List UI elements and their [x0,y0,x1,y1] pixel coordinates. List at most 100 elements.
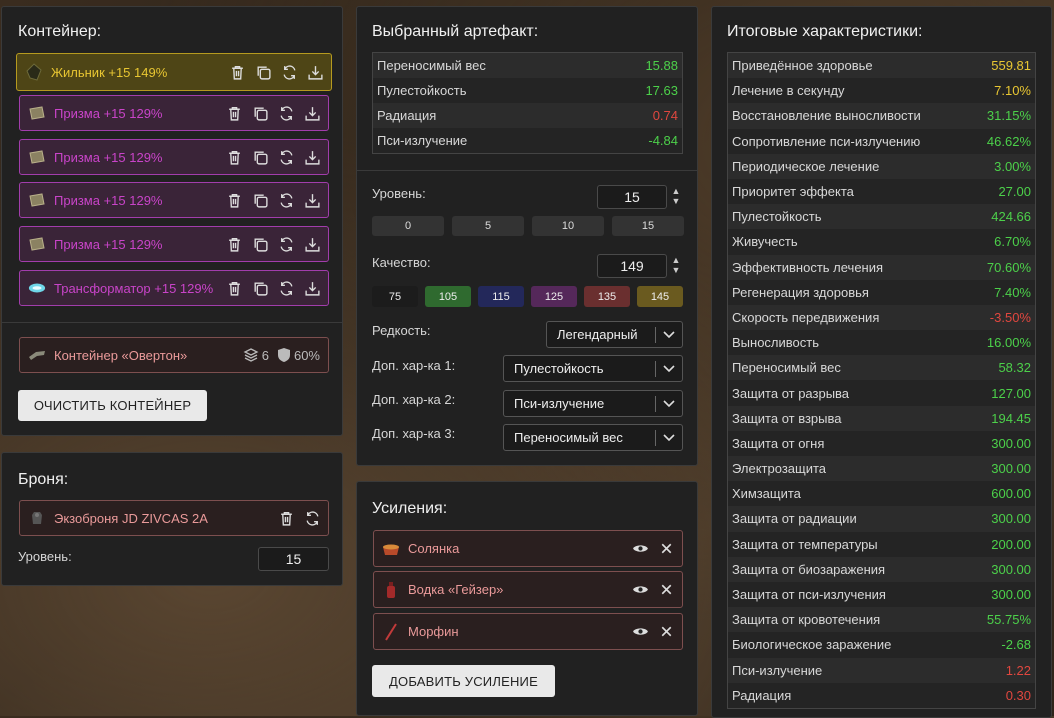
total-row: Защита от огня 300.00 [728,430,1035,456]
total-row: Электрозащита 300.00 [728,456,1035,482]
artifact-name: Призма +15 129% [54,236,163,252]
extra1-select[interactable]: Пулестойкость [503,355,683,382]
armor-item-name: Экзоброня JD ZIVCAS 2A [54,510,208,526]
quality-preset-button[interactable]: 145 [637,286,683,307]
extra3-select[interactable]: Переносимый вес [503,424,683,451]
total-row: Пулестойкость 424.66 [728,204,1035,230]
total-name: Пси-излучение [732,662,823,678]
copy-icon[interactable] [250,278,270,298]
total-value: 3.00% [994,158,1031,174]
stat-name: Пси-излучение [377,133,468,148]
extra2-select[interactable]: Пси-излучение [503,390,683,417]
level-preset-button[interactable]: 10 [532,216,604,236]
clear-container-button[interactable]: ОЧИСТИТЬ КОНТЕЙНЕР [18,390,207,421]
total-row: Химзащита 600.00 [728,481,1035,507]
trash-icon[interactable] [224,190,244,210]
artifact-row[interactable]: Призма +15 129% [19,226,329,262]
download-icon[interactable] [302,234,322,254]
level-preset-button[interactable]: 5 [452,216,524,236]
quality-preset-button[interactable]: 75 [372,286,418,307]
artifact-row[interactable]: Жильник +15 149% [16,53,332,91]
artifact-row[interactable]: Трансформатор +15 129% [19,270,329,306]
quality-input[interactable]: 149 [597,254,667,278]
select-separator [655,395,656,412]
artifact-row[interactable]: Призма +15 129% [19,95,329,131]
replace-icon[interactable] [276,103,296,123]
replace-icon[interactable] [302,508,322,528]
eye-icon[interactable] [630,580,650,600]
container-title: Контейнер: [18,23,102,40]
artifact-name: Трансформатор +15 129% [54,280,214,296]
total-row: Выносливость 16.00% [728,330,1035,356]
trash-icon[interactable] [224,234,244,254]
boost-row[interactable]: Морфин [373,613,683,650]
eye-icon[interactable] [630,622,650,642]
container-icon [28,346,46,364]
copy-icon[interactable] [250,234,270,254]
boost-row[interactable]: Солянка [373,530,683,567]
divider [357,170,697,171]
replace-icon[interactable] [276,147,296,167]
total-row: Живучесть 6.70% [728,229,1035,255]
container-item[interactable]: Контейнер «Овертон» 6 60% [19,337,329,373]
trash-icon[interactable] [227,62,247,82]
total-name: Приведённое здоровье [732,58,873,74]
totals-panel: Итоговые характеристики: Приведённое здо… [711,6,1052,718]
level-input[interactable]: 15 [597,185,667,209]
trash-icon[interactable] [224,103,244,123]
selected-stats-table: Переносимый вес 15.88 Пулестойкость 17.63 Ра… [372,52,683,154]
quality-preset-button[interactable]: 105 [425,286,471,307]
slots-chip: 6 [243,347,269,363]
download-icon[interactable] [302,147,322,167]
chevron-down-icon [662,362,676,376]
eye-icon[interactable] [630,539,650,559]
total-row: Защита от взрыва 194.45 [728,405,1035,431]
copy-icon[interactable] [250,190,270,210]
total-name: Эффективность лечения [732,259,884,275]
level-preset-button[interactable]: 15 [612,216,684,236]
trash-icon[interactable] [224,278,244,298]
artifact-row[interactable]: Призма +15 129% [19,182,329,218]
copy-icon[interactable] [250,147,270,167]
total-name: Радиация [732,687,792,703]
download-icon[interactable] [302,103,322,123]
download-icon[interactable] [302,190,322,210]
close-icon[interactable] [656,539,676,559]
total-name: Защита от взрыва [732,410,842,426]
level-spinner[interactable]: ▲ ▼ [671,185,681,207]
replace-icon[interactable] [279,62,299,82]
stat-value: 0.74 [652,108,678,123]
total-row: Защита от радиации 300.00 [728,506,1035,532]
quality-preset-button[interactable]: 135 [584,286,630,307]
slots-value: 6 [261,347,269,363]
close-icon[interactable] [656,622,676,642]
total-value: 300.00 [991,587,1031,603]
armor-level-input[interactable]: 15 [258,547,329,571]
armor-item[interactable]: Экзоброня JD ZIVCAS 2A [19,500,329,536]
copy-icon[interactable] [253,62,273,82]
boost-row[interactable]: Водка «Гейзер» [373,571,683,608]
close-icon[interactable] [656,580,676,600]
quality-spinner[interactable]: ▲ ▼ [671,254,681,276]
trash-icon[interactable] [224,147,244,167]
replace-icon[interactable] [276,190,296,210]
quality-preset-button[interactable]: 115 [478,286,524,307]
armor-panel: Броня: Экзоброня JD ZIVCAS 2A Уровень: 1… [1,452,343,586]
level-preset-button[interactable]: 0 [372,216,444,236]
total-row: Защита от биозаражения 300.00 [728,556,1035,582]
replace-icon[interactable] [276,278,296,298]
download-icon[interactable] [305,62,325,82]
add-boost-button[interactable]: ДОБАВИТЬ УСИЛЕНИЕ [372,665,555,697]
rarity-select[interactable]: Легендарный [546,321,683,348]
total-name: Защита от кровотечения [732,612,881,628]
total-name: Переносимый вес [732,360,841,376]
artifact-row[interactable]: Призма +15 129% [19,139,329,175]
total-row: Пси-излучение 1.22 [728,657,1035,683]
replace-icon[interactable] [276,234,296,254]
total-value: 300.00 [991,561,1031,577]
total-row: Переносимый вес 58.32 [728,355,1035,381]
download-icon[interactable] [302,278,322,298]
quality-preset-button[interactable]: 125 [531,286,577,307]
trash-icon[interactable] [276,508,296,528]
copy-icon[interactable] [250,103,270,123]
